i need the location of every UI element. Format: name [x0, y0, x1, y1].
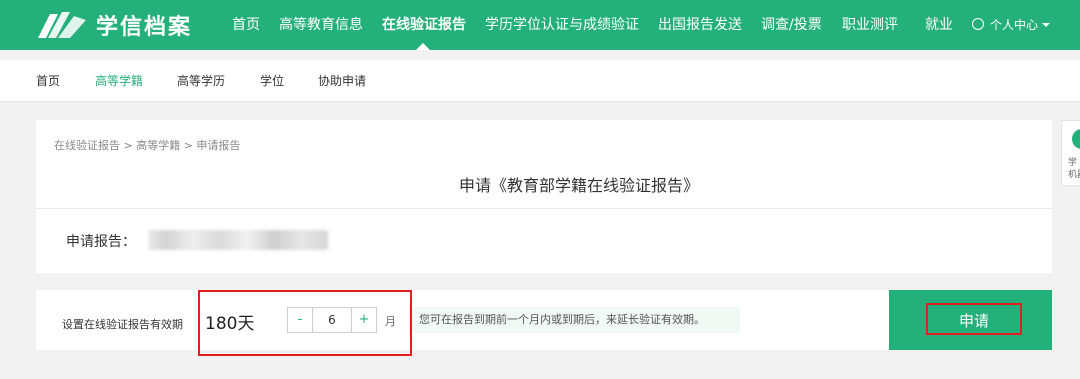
- side-widget-text: 学 机器: [1068, 157, 1080, 181]
- subnav-education[interactable]: 高等学历: [177, 60, 225, 102]
- nav-employment[interactable]: 就业: [925, 0, 953, 50]
- user-center-label: 个人中心: [990, 18, 1039, 32]
- sub-nav-bar: 首页 高等学籍 高等学历 学位 协助申请: [0, 60, 1080, 102]
- subnav-home[interactable]: 首页: [36, 60, 60, 102]
- side-widget[interactable]: 学 机器: [1061, 120, 1080, 186]
- nav-home[interactable]: 首页: [232, 0, 260, 50]
- logo-book-icon: [38, 12, 86, 38]
- breadcrumb: 在线验证报告 > 高等学籍 > 申请报告: [54, 139, 241, 152]
- subnav-student-status[interactable]: 高等学籍: [95, 60, 143, 102]
- avatar: [1072, 129, 1080, 149]
- divider: [36, 208, 1052, 209]
- active-nav-indicator: [416, 43, 430, 50]
- top-nav-bar: 学信档案 首页 高等教育信息 在线验证报告 学历学位认证与成绩验证 出国报告发送…: [0, 0, 1080, 50]
- validity-card: 设置在线验证报告有效期 180天 - 6 + 月 您可在报告到期前一个月内或到期…: [36, 290, 1052, 350]
- nav-overseas-report[interactable]: 出国报告发送: [658, 0, 742, 50]
- validity-hint: 您可在报告到期前一个月内或到期后，来延长验证有效期。: [410, 307, 740, 333]
- nav-degree-cert[interactable]: 学历学位认证与成绩验证: [485, 0, 639, 50]
- page-title: 申请《教育部学籍在线验证报告》: [458, 176, 699, 195]
- report-card: 在线验证报告 > 高等学籍 > 申请报告 申请《教育部学籍在线验证报告》 申请报…: [36, 120, 1052, 273]
- side-text-line2: 机器: [1068, 170, 1080, 180]
- apply-report-label: 申请报告：: [66, 234, 136, 250]
- apply-button[interactable]: 申请: [926, 303, 1022, 335]
- nav-user-center[interactable]: 个人中心: [972, 0, 1051, 50]
- chevron-down-icon: [1042, 23, 1051, 27]
- highlight-annotation: [198, 290, 412, 356]
- redacted-report-info: [148, 230, 328, 250]
- nav-career-test[interactable]: 职业测评: [842, 0, 898, 50]
- submit-area[interactable]: 申请: [889, 290, 1052, 350]
- subnav-assist-apply[interactable]: 协助申请: [318, 60, 366, 102]
- brand-name: 学信档案: [96, 15, 193, 40]
- subnav-degree[interactable]: 学位: [260, 60, 284, 102]
- user-circle-icon: [972, 18, 984, 30]
- logo[interactable]: 学信档案: [36, 8, 192, 42]
- nav-higher-edu-info[interactable]: 高等教育信息: [279, 0, 363, 50]
- side-text-line1: 学: [1068, 158, 1078, 168]
- nav-survey[interactable]: 调查/投票: [761, 0, 822, 50]
- validity-label: 设置在线验证报告有效期: [62, 318, 183, 331]
